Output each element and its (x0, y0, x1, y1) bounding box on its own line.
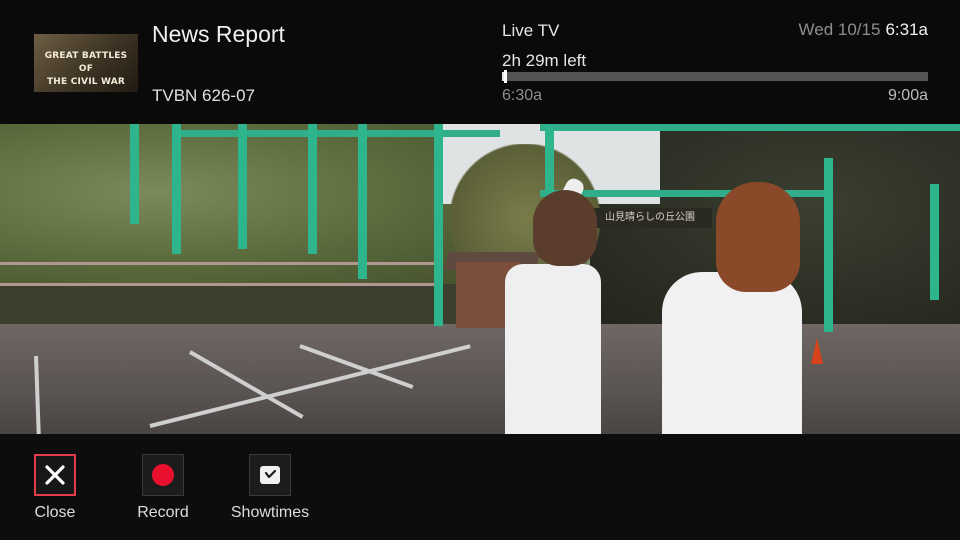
progress-marker (503, 70, 507, 83)
program-start-time: 6:30a (502, 87, 543, 104)
program-title: News Report (152, 21, 285, 47)
record-button-box[interactable] (142, 454, 184, 496)
current-time: 6:31a (885, 20, 928, 39)
close-button-box[interactable] (34, 454, 76, 496)
record-icon (152, 464, 174, 486)
person-left (505, 264, 601, 434)
pergola-pole (545, 124, 554, 194)
program-end-time: 9:00a (887, 87, 928, 104)
person-right-head (716, 182, 800, 292)
channel-number: TVBN 626-07 (152, 86, 255, 105)
pergola-pole (358, 124, 367, 279)
showtimes-button[interactable]: Showtimes (226, 454, 314, 522)
pergola-pole (824, 158, 833, 332)
showtimes-label: Showtimes (230, 504, 310, 521)
close-button[interactable]: Close (24, 454, 86, 522)
info-bar: GREAT BATTLES OF THE CIVIL WAR News Repo… (0, 0, 960, 124)
thumbnail-text: GREAT BATTLES OF THE CIVIL WAR (44, 51, 128, 87)
time-remaining: 2h 29m left (502, 51, 587, 70)
park-sign: 山見晴らしの丘公園 (588, 208, 712, 228)
pergola-pole (172, 124, 181, 254)
video-player[interactable]: 山見晴らしの丘公園 (0, 124, 960, 434)
control-bar: Close Record Showtimes (0, 434, 960, 540)
video-fence (0, 262, 440, 286)
pergola-pole (930, 184, 939, 300)
current-datetime: Wed 10/15 6:31a (799, 20, 928, 40)
close-label: Close (34, 504, 76, 521)
pergola-pole (238, 124, 247, 249)
clock-icon (260, 466, 280, 484)
pergola-pole (434, 124, 443, 326)
record-label: Record (137, 504, 189, 521)
pergola-pole (308, 124, 317, 254)
record-button[interactable]: Record (132, 454, 194, 522)
pergola-beam (180, 130, 500, 137)
traffic-cone (811, 338, 823, 364)
live-tv-label: Live TV (502, 21, 560, 40)
pergola-beam (540, 124, 960, 131)
showtimes-button-box[interactable] (249, 454, 291, 496)
program-progress-bar (502, 70, 928, 83)
person-left-head (533, 190, 597, 266)
current-date: Wed 10/15 (798, 20, 881, 39)
pergola-pole (130, 124, 139, 224)
person-right (662, 272, 802, 434)
program-thumbnail: GREAT BATTLES OF THE CIVIL WAR (34, 34, 138, 92)
close-icon (45, 465, 65, 485)
